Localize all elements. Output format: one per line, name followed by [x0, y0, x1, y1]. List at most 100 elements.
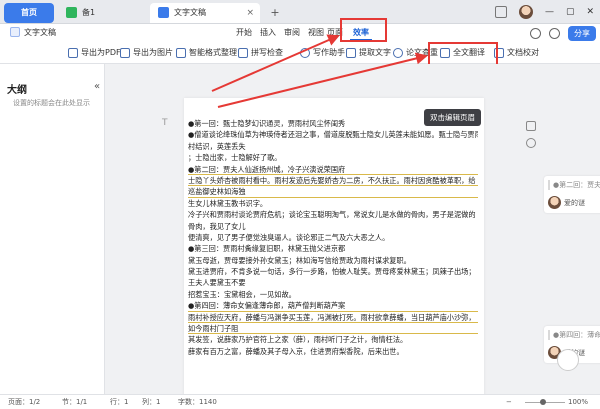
spell-check-button[interactable]: 拼写检查 — [238, 46, 283, 60]
menu-review[interactable]: 审阅 — [284, 26, 300, 40]
user-avatar[interactable] — [518, 5, 533, 19]
more-options-icon[interactable] — [526, 138, 536, 148]
plagiarism-check-icon — [393, 48, 403, 58]
window-controls: — ▢ ✕ — [494, 0, 594, 24]
menu-view[interactable]: 视图 — [308, 26, 324, 40]
document-line[interactable]: 士隐丫头娇杏被雨村看中。雨村发迹后先娶娇杏为二房，不久扶正。雨村因贪酷被革职，给 — [188, 175, 478, 187]
word-count[interactable]: 字数：1140 — [178, 397, 217, 408]
spreadsheet-icon — [66, 7, 77, 18]
export-pdf-label: 导出为PDF — [81, 48, 121, 57]
cloud-sync-icon[interactable] — [530, 28, 541, 39]
assistant-sticker-icon[interactable] — [557, 349, 579, 371]
document-line[interactable]: 黛玉母逝，贾母要接外孙女黛玉；林如海写信给贾政为雨村谋求复职。 — [188, 255, 478, 266]
doc-title: 文字文稿 — [10, 26, 56, 40]
smart-format-label: 智能格式整理 — [189, 48, 237, 57]
comment-card[interactable]: ●第二回：贾夫 爱的谜 — [544, 176, 600, 213]
menu-start[interactable]: 开始 — [236, 26, 252, 40]
writing-assistant-icon — [300, 48, 310, 58]
export-image-icon — [120, 48, 130, 58]
export-pdf-icon — [68, 48, 78, 58]
collapse-sidebar-icon[interactable]: « — [94, 81, 100, 92]
comment-panel: ●第二回：贾夫 爱的谜 ●第四回：薄命 爱的谜 — [540, 64, 600, 394]
header-edit-tooltip: 双击编辑页眉 — [424, 109, 481, 126]
tab-bar: 首页 备1 文字文稿 × + — ▢ ✕ — [0, 0, 600, 24]
document-line[interactable]: 冷子兴和贾雨村谈论贾府危机；谈论宝玉聪明淘气，常说女儿是水做的骨肉，男子是泥做的 — [188, 209, 478, 220]
writing-assistant-button[interactable]: 写作助手 — [300, 46, 345, 60]
spell-check-icon — [238, 48, 248, 58]
document-line[interactable]: 如今雨村门子阻 — [188, 323, 478, 335]
document-line[interactable]: 招惹宝玉：宝黛相会，一见如故。 — [188, 289, 478, 300]
document-line[interactable]: ●第四回：薄命女偏逢薄命郎，葫芦僧判断葫芦案 — [188, 300, 478, 312]
document-line[interactable]: 村结识，英莲丢失 — [188, 141, 478, 152]
document-icon — [10, 27, 20, 37]
export-image-label: 导出为图片 — [133, 48, 173, 57]
text-cursor-icon: T — [162, 118, 168, 128]
zoom-out-icon[interactable]: − — [506, 397, 512, 408]
doc-title-label: 文字文稿 — [24, 28, 56, 37]
highlight-efficiency-tab — [340, 18, 387, 42]
menu-right-tools: 分享 — [530, 26, 596, 41]
tab-document-2[interactable]: 文字文稿 × — [150, 3, 260, 23]
document-line[interactable]: ●僧道谈论绛珠仙草为神瑛侍者还泪之事，僧道度脱甄士隐女儿英莲未能如愿。甄士隐与贾… — [188, 129, 478, 140]
document-line[interactable]: 王夫人要黛玉不要 — [188, 277, 478, 288]
spell-check-label: 拼写检查 — [251, 48, 283, 57]
row-indicator: 行：1 — [110, 398, 129, 406]
export-image-button[interactable]: 导出为图片 — [120, 46, 173, 60]
outline-title: 大纲 — [7, 85, 27, 96]
comment-reference: ●第四回：薄命 — [548, 330, 600, 340]
document-line[interactable]: 巡盐御史林如海独 — [188, 186, 478, 198]
document-page[interactable]: ●第一回：甄士隐梦幻识通灵，贾雨村风尘怀闺秀 ●僧道谈论绛珠仙草为神瑛侍者还泪之事… — [184, 98, 484, 398]
document-line[interactable]: 生女儿林黛玉教书识字。 — [188, 198, 478, 209]
document-line[interactable]: ●第二回：贾夫人仙逝扬州城，冷子兴演说荣国府 — [188, 164, 478, 175]
tab-document-1[interactable]: 备1 — [58, 3, 144, 23]
tab-document-1-label: 备1 — [82, 8, 96, 17]
document-proofread-label: 文档校对 — [507, 48, 539, 57]
page-side-tools — [526, 121, 536, 148]
outline-hint: 设置的标题会在此处显示 — [13, 99, 90, 107]
document-line[interactable]: 其发签，说薛家乃护官符上之家（薛），雨村听门子之计，徇情枉法。 — [188, 334, 478, 345]
zoom-level[interactable]: 100% — [568, 397, 588, 408]
page-indicator[interactable]: 页面：1/2 — [8, 397, 40, 408]
writing-assistant-label: 写作助手 — [313, 48, 345, 57]
document-line[interactable]: 骨肉，我见了女儿 — [188, 221, 478, 232]
extract-text-icon — [346, 48, 356, 58]
close-window-icon[interactable]: ✕ — [586, 7, 594, 17]
commenter-avatar — [548, 196, 561, 209]
extract-text-button[interactable]: 提取文字 — [346, 46, 391, 60]
document-proofread-button[interactable]: 文档校对 — [494, 46, 539, 60]
document-line[interactable]: 便清爽，见了男子便觉浊臭逼人。谈论邪正二气及六大恶之人。 — [188, 232, 478, 243]
section-indicator: 节：1/1 — [62, 398, 88, 406]
document-line[interactable]: 雨村补授应天府，薛蟠与冯渊争买玉莲，冯渊被打死。雨村欲拿薛蟠，当日葫芦庙小沙弥， — [188, 312, 478, 324]
menu-bar: 文字文稿 开始 插入 审阅 视图 页面 效率 — [0, 24, 600, 42]
comment-icon[interactable] — [526, 121, 536, 131]
comment-user: 爱的谜 — [548, 196, 600, 209]
share-button[interactable]: 分享 — [568, 26, 596, 41]
writer-doc-icon — [158, 7, 169, 18]
outline-sidebar: 大纲 « 设置的标题会在此处显示 — [0, 64, 105, 394]
new-tab-button[interactable]: + — [266, 3, 284, 23]
document-text[interactable]: ●第一回：甄士隐梦幻识通灵，贾雨村风尘怀闺秀 ●僧道谈论绛珠仙草为神瑛侍者还泪之事… — [188, 118, 478, 357]
export-pdf-button[interactable]: 导出为PDF — [68, 46, 121, 60]
history-icon[interactable] — [549, 28, 560, 39]
tab-home[interactable]: 首页 — [4, 3, 54, 23]
minimize-icon[interactable]: — — [545, 7, 554, 17]
zoom-slider-handle[interactable] — [540, 399, 546, 405]
document-line[interactable]: ；士隐出家，士隐解好了歌。 — [188, 152, 478, 163]
smart-format-icon — [176, 48, 186, 58]
document-line[interactable]: 黛玉进贾府，不肯多说一句话，多行一步路，怕被人耻笑。贾母疼爱林黛玉；凤辣子出场； — [188, 266, 478, 277]
extract-text-label: 提取文字 — [359, 48, 391, 57]
close-tab-icon[interactable]: × — [246, 3, 254, 23]
commenter-name: 爱的谜 — [564, 198, 585, 207]
status-bar: 页面：1/2 节：1/1 行：1 列：1 字数：1140 − 100% — [0, 394, 600, 409]
efficiency-toolbar: 导出为PDF 导出为图片 智能格式整理 拼写检查 写作助手 提取文字 论文查重 … — [0, 42, 600, 64]
menu-insert[interactable]: 插入 — [260, 26, 276, 40]
comment-reference: ●第二回：贾夫 — [548, 180, 600, 190]
highlight-translate-tool — [428, 42, 498, 66]
document-line[interactable]: 薛家有百万之富，薛蟠及其子母入京，住进贾府梨香院，后来出世。 — [188, 346, 478, 357]
document-line[interactable]: ●第三回：贾雨村夤缘复旧职，林黛玉抛父进京都 — [188, 243, 478, 254]
layout-icon[interactable] — [494, 6, 507, 18]
maximize-icon[interactable]: ▢ — [566, 7, 575, 17]
tab-document-2-label: 文字文稿 — [174, 8, 206, 17]
column-indicator: 列：1 — [142, 398, 161, 406]
smart-format-button[interactable]: 智能格式整理 — [176, 46, 237, 60]
